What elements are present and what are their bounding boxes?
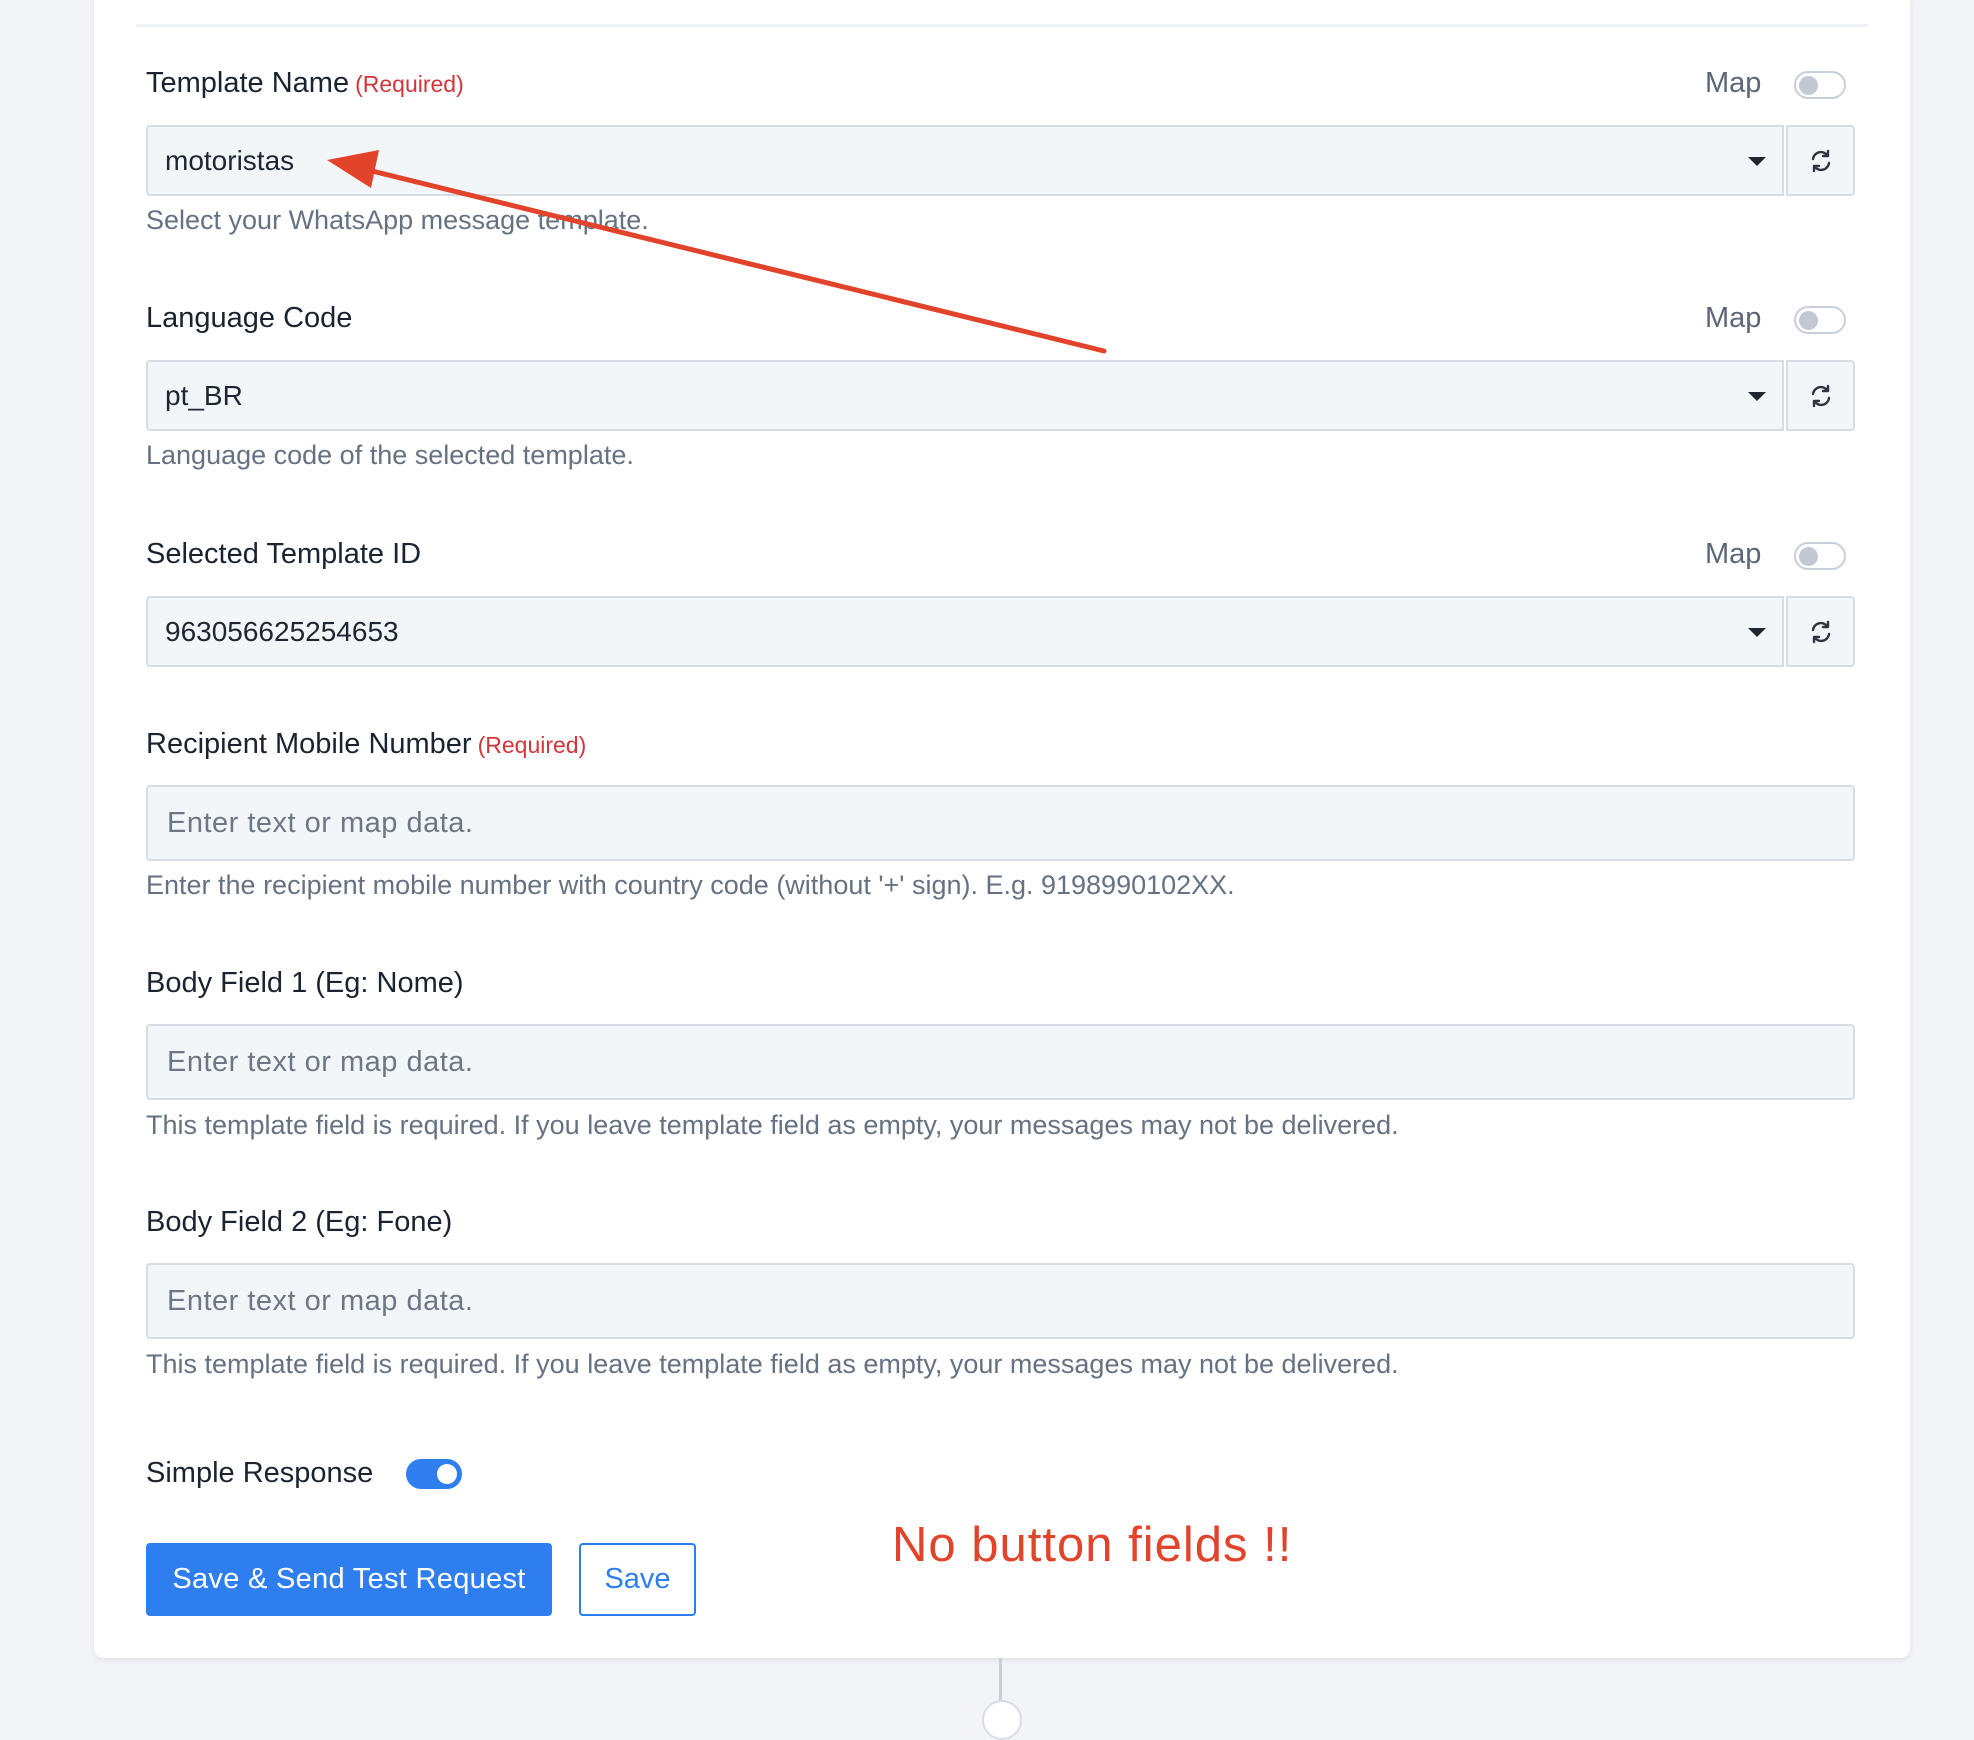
refresh-icon xyxy=(1811,384,1830,407)
template-id-select[interactable]: 963056625254653 xyxy=(146,596,1784,667)
map-label: Map xyxy=(1705,67,1762,99)
language-code-label: Language Code xyxy=(146,302,353,334)
toggle-knob xyxy=(1799,311,1818,330)
template-name-help: Select your WhatsApp message template. xyxy=(146,205,649,235)
body-field-2-input[interactable] xyxy=(146,1263,1855,1339)
simple-response-label: Simple Response xyxy=(146,1457,374,1489)
save-button[interactable]: Save xyxy=(579,1543,696,1616)
recipient-input[interactable] xyxy=(146,785,1855,861)
selected-value: motoristas xyxy=(165,145,295,176)
required-tag: (Required) xyxy=(477,732,587,758)
caret-down-icon xyxy=(1748,392,1766,401)
caret-down-icon xyxy=(1748,157,1766,166)
save-and-send-test-button[interactable]: Save & Send Test Request xyxy=(146,1543,552,1616)
toggle-knob xyxy=(437,1464,457,1484)
body-field-2-label: Body Field 2 (Eg: Fone) xyxy=(146,1206,453,1238)
body-field-2-help: This template field is required. If you … xyxy=(146,1349,1399,1379)
language-code-help: Language code of the selected template. xyxy=(146,440,634,470)
recipient-label: Recipient Mobile Number (Required) xyxy=(146,728,587,760)
template-name-refresh-button[interactable] xyxy=(1786,125,1855,196)
template-name-map-toggle[interactable] xyxy=(1794,71,1846,99)
toggle-knob xyxy=(1799,547,1818,566)
body-field-1-label: Body Field 1 (Eg: Nome) xyxy=(146,967,464,999)
simple-response-toggle[interactable] xyxy=(406,1459,462,1489)
refresh-icon xyxy=(1811,149,1830,172)
toggle-knob xyxy=(1799,76,1818,95)
language-code-map-toggle[interactable] xyxy=(1794,306,1846,334)
language-code-select[interactable]: pt_BR xyxy=(146,360,1784,431)
selected-value: pt_BR xyxy=(165,380,243,411)
body-field-1-help: This template field is required. If you … xyxy=(146,1110,1399,1140)
template-id-map-toggle[interactable] xyxy=(1794,542,1846,570)
flow-connector-node xyxy=(982,1700,1022,1740)
recipient-help: Enter the recipient mobile number with c… xyxy=(146,870,1235,900)
caret-down-icon xyxy=(1748,628,1766,637)
template-name-select[interactable]: motoristas xyxy=(146,125,1784,196)
annotation-text: No button fields !! xyxy=(892,1518,1293,1572)
body-field-1-input[interactable] xyxy=(146,1024,1855,1100)
language-code-refresh-button[interactable] xyxy=(1786,360,1855,431)
map-label: Map xyxy=(1705,538,1762,570)
selected-value: 963056625254653 xyxy=(165,616,399,647)
template-id-refresh-button[interactable] xyxy=(1786,596,1855,667)
template-id-label: Selected Template ID xyxy=(146,538,422,570)
template-name-label: Template Name (Required) xyxy=(146,67,464,99)
required-tag: (Required) xyxy=(355,71,464,97)
map-label: Map xyxy=(1705,302,1762,334)
refresh-icon xyxy=(1811,620,1830,643)
divider xyxy=(136,24,1868,27)
